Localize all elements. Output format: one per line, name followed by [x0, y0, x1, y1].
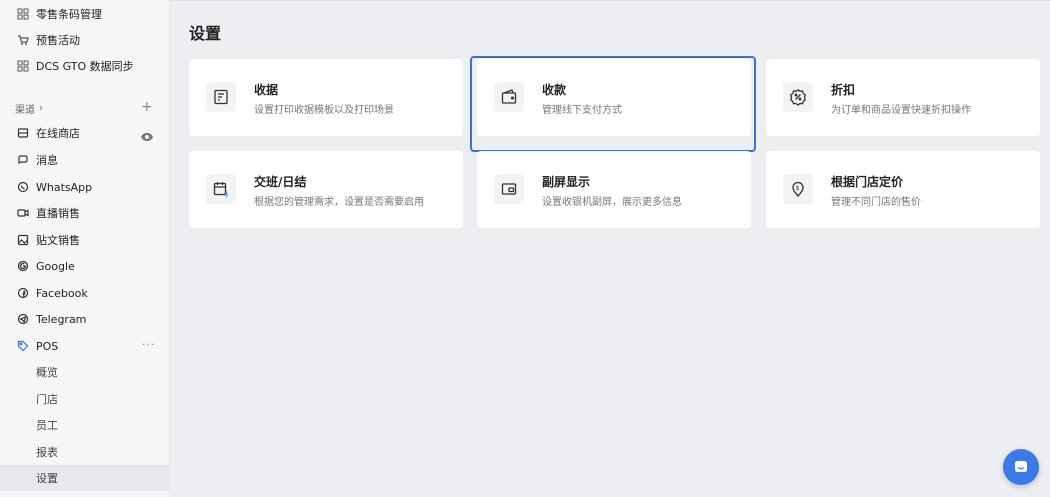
sidebar-item-label: 贴文销售 [36, 234, 80, 247]
chat-support-button[interactable] [1003, 449, 1039, 485]
subitem-label: 概览 [36, 366, 58, 379]
section-label-text: 渠道 [15, 105, 35, 116]
sidebar-item-label: POS [36, 339, 59, 353]
add-channel-button[interactable]: + [141, 99, 153, 115]
sidebar-subitem-staff[interactable]: 员工 [0, 412, 170, 438]
channels-section-label[interactable]: 渠道 › [15, 101, 43, 116]
sidebar-subitem-stores[interactable]: 门店 [0, 386, 170, 412]
presale-cart-icon [17, 34, 29, 46]
card-description: 设置收银机副屏，展示更多信息 [542, 197, 682, 208]
svg-text:$: $ [224, 191, 228, 199]
sidebar-item-facebook[interactable]: Facebook [0, 280, 170, 306]
facebook-icon [17, 287, 29, 299]
pos-more-icon[interactable]: ··· [142, 338, 156, 351]
page-title: 设置 [189, 24, 222, 43]
card-title: 收据 [254, 83, 279, 97]
card-title: 副屏显示 [542, 175, 591, 189]
card-shift-close[interactable]: $ 交班/日结 根据您的管理需求，设置是否需要启用 [189, 151, 463, 228]
sidebar-item-dcs-sync[interactable]: DCS GTO 数据同步 [0, 53, 170, 79]
sidebar-item-telegram[interactable]: Telegram [0, 306, 170, 332]
svg-text:$: $ [796, 185, 800, 192]
sidebar-subitem-settings[interactable]: 设置 [0, 465, 170, 491]
card-description: 根据您的管理需求，设置是否需要启用 [254, 197, 424, 208]
receipt-icon [206, 82, 236, 112]
discount-badge-icon [783, 82, 813, 112]
sidebar-item-label: DCS GTO 数据同步 [36, 60, 134, 73]
sidebar-item-whatsapp[interactable]: WhatsApp [0, 174, 170, 200]
card-selection-outline [470, 56, 756, 152]
subitem-label: 设置 [36, 472, 58, 485]
card-second-screen[interactable]: 副屏显示 设置收银机副屏，展示更多信息 [477, 151, 751, 228]
subitem-label: 门店 [36, 393, 58, 406]
post-image-icon [17, 234, 29, 246]
location-price-icon: $ [783, 174, 813, 204]
google-icon [17, 260, 29, 272]
store-icon [17, 127, 29, 139]
card-title: 折扣 [831, 83, 856, 97]
sidebar-item-messages[interactable]: 消息 [0, 147, 170, 173]
sidebar-item-label: 消息 [36, 154, 58, 167]
sidebar-item-label: Telegram [36, 312, 87, 326]
card-title: 交班/日结 [254, 175, 307, 189]
sidebar-item-label: WhatsApp [36, 180, 93, 194]
eye-icon[interactable] [140, 128, 154, 141]
sidebar-item-presale[interactable]: 预售活动 [0, 27, 170, 53]
sidebar-item-label: 预售活动 [36, 34, 80, 47]
card-discount[interactable]: 折扣 为订单和商品设置快速折扣操作 [766, 59, 1040, 136]
pos-tag-icon [17, 340, 29, 352]
subitem-label: 报表 [36, 446, 58, 459]
top-divider [170, 0, 1050, 1]
card-receipt[interactable]: 收据 设置打印收据模板以及打印场景 [189, 59, 463, 136]
subitem-label: 员工 [36, 419, 58, 432]
card-store-pricing[interactable]: $ 根据门店定价 管理不同门店的售价 [766, 151, 1040, 228]
live-video-icon [17, 207, 29, 219]
sidebar-item-label: 直播销售 [36, 207, 80, 220]
chat-icon [1015, 461, 1027, 472]
sidebar-item-label: 在线商店 [36, 127, 80, 140]
card-description: 为订单和商品设置快速折扣操作 [831, 105, 971, 116]
sidebar-item-live-sales[interactable]: 直播销售 [0, 200, 170, 226]
sidebar-subitem-overview[interactable]: 概览 [0, 359, 170, 385]
second-screen-icon [494, 174, 524, 204]
sidebar-item-post-sales[interactable]: 贴文销售 [0, 227, 170, 253]
barcode-grid-icon [17, 8, 29, 20]
shift-calendar-icon: $ [206, 174, 236, 204]
sidebar-item-label: 零售条码管理 [36, 8, 102, 21]
message-icon [17, 154, 29, 166]
sidebar-item-google[interactable]: Google [0, 253, 170, 279]
card-description: 设置打印收据模板以及打印场景 [254, 105, 394, 116]
sidebar-subitem-reports[interactable]: 报表 [0, 439, 170, 465]
sidebar-item-label: Google [36, 259, 75, 273]
card-title: 根据门店定价 [831, 175, 904, 189]
sidebar-item-barcode[interactable]: 零售条码管理 [0, 1, 170, 27]
telegram-icon [17, 313, 29, 325]
whatsapp-icon [17, 181, 29, 193]
chevron-right-icon: › [39, 103, 43, 114]
sidebar-item-label: Facebook [36, 286, 88, 300]
card-description: 管理不同门店的售价 [831, 197, 921, 208]
sync-grid-icon [17, 60, 29, 72]
sidebar: 零售条码管理 预售活动 DCS GTO 数据同步 渠道 › + 在线商店 消息 [0, 0, 170, 497]
